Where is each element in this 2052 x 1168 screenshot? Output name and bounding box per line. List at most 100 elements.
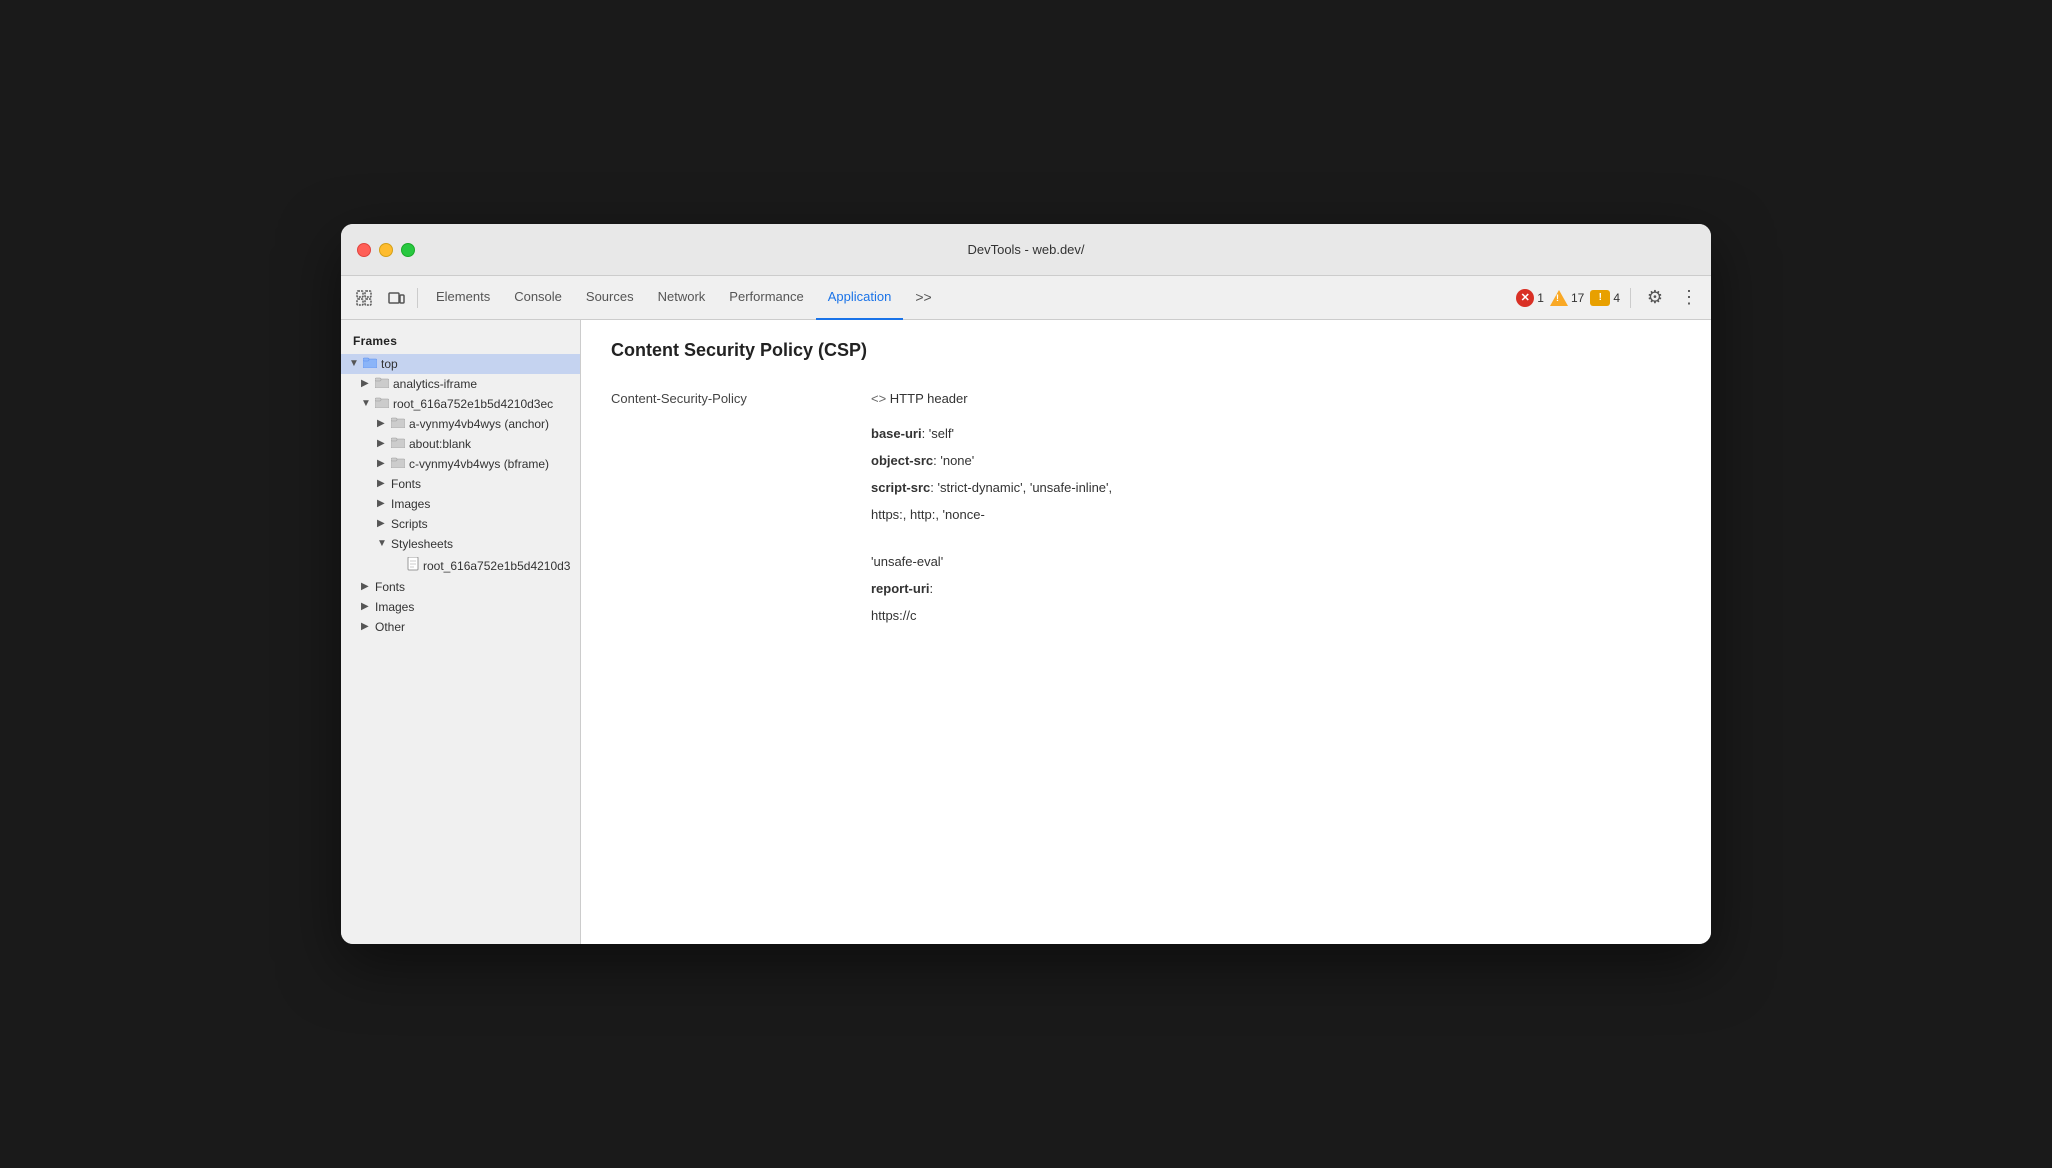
settings-gear-icon[interactable]: ⚙ [1641, 284, 1669, 312]
maximize-button[interactable] [401, 243, 415, 257]
more-options-icon[interactable]: ⋮ [1675, 284, 1703, 312]
csp-key-unsafe-eval [611, 554, 871, 569]
tree-item-scripts-sub[interactable]: Scripts [341, 514, 580, 534]
tree-item-top[interactable]: top [341, 354, 580, 374]
sidebar: Frames top analytics-iframe [341, 320, 581, 944]
csp-key-report-uri [611, 581, 871, 596]
main-content: Frames top analytics-iframe [341, 320, 1711, 944]
warning-triangle-icon: ! [1550, 290, 1568, 306]
arrow-images-sub [377, 498, 389, 510]
device-toggle-icon[interactable] [381, 283, 411, 313]
tree-item-images-top[interactable]: Images [341, 597, 580, 617]
csp-key-base-uri [611, 426, 871, 441]
more-tabs-button[interactable]: >> [903, 276, 943, 320]
csp-table: Content-Security-Policy <> HTTP header b… [611, 385, 1681, 629]
csp-key-object-src [611, 453, 871, 468]
tree-label-analytics-iframe: analytics-iframe [393, 377, 477, 391]
folder-icon-about-blank [391, 437, 405, 451]
tab-network[interactable]: Network [646, 276, 718, 320]
tab-elements[interactable]: Elements [424, 276, 502, 320]
tree-item-bframe[interactable]: c-vynmy4vb4wys (bframe) [341, 454, 580, 474]
tree-label-anchor: a-vynmy4vb4wys (anchor) [409, 417, 549, 431]
devtools-window: DevTools - web.dev/ Elements Console [341, 224, 1711, 944]
title-bar: DevTools - web.dev/ [341, 224, 1711, 276]
csp-value-report-uri-val: https://c [871, 608, 1681, 623]
csp-row-report-uri-val: https://c [611, 602, 1681, 629]
tree-label-images-top: Images [375, 600, 414, 614]
tree-item-anchor[interactable]: a-vynmy4vb4wys (anchor) [341, 414, 580, 434]
csp-row-unsafe-eval: 'unsafe-eval' [611, 548, 1681, 575]
tree-item-analytics-iframe[interactable]: analytics-iframe [341, 374, 580, 394]
csp-row-header: Content-Security-Policy <> HTTP header [611, 385, 1681, 412]
detail-panel: Content Security Policy (CSP) Content-Se… [581, 320, 1711, 944]
toolbar-divider [417, 288, 418, 308]
tree-item-about-blank[interactable]: about:blank [341, 434, 580, 454]
frames-section-title: Frames [341, 328, 580, 354]
arrow-analytics-iframe [361, 378, 373, 390]
info-badge[interactable]: ! 4 [1590, 290, 1620, 306]
tree-item-root616[interactable]: root_616a752e1b5d4210d3ec [341, 394, 580, 414]
window-title: DevTools - web.dev/ [967, 242, 1084, 257]
tab-performance[interactable]: Performance [717, 276, 815, 320]
folder-icon-top [363, 357, 377, 371]
close-button[interactable] [357, 243, 371, 257]
arrow-stylesheets-sub [377, 538, 389, 550]
csp-row-https: https:, http:, 'nonce- [611, 501, 1681, 528]
tree-label-fonts-sub: Fonts [391, 477, 421, 491]
arrow-images-top [361, 601, 373, 613]
csp-key-report-uri-val [611, 608, 871, 623]
toolbar-divider-2 [1630, 288, 1631, 308]
arrow-bframe [377, 458, 389, 470]
folder-icon-anchor [391, 417, 405, 431]
tree-label-stylesheets-sub: Stylesheets [391, 537, 453, 551]
info-icon: ! [1590, 290, 1610, 306]
csp-row-script-src: script-src: 'strict-dynamic', 'unsafe-in… [611, 474, 1681, 501]
folder-icon-bframe [391, 457, 405, 471]
tree-label-scripts-sub: Scripts [391, 517, 428, 531]
csp-value-unsafe-eval: 'unsafe-eval' [871, 554, 1681, 569]
tab-console[interactable]: Console [502, 276, 574, 320]
csp-key-script-src [611, 480, 871, 495]
tree-label-root616: root_616a752e1b5d4210d3ec [393, 397, 553, 411]
csp-value-empty [871, 534, 1681, 542]
tree-item-fonts-top[interactable]: Fonts [341, 577, 580, 597]
minimize-button[interactable] [379, 243, 393, 257]
tree-item-other-top[interactable]: Other [341, 617, 580, 637]
tree-label-images-sub: Images [391, 497, 430, 511]
arrow-anchor [377, 418, 389, 430]
arrow-top [349, 358, 361, 370]
csp-value-report-uri: report-uri: [871, 581, 1681, 596]
csp-key-header: Content-Security-Policy [611, 391, 871, 406]
tree-item-images-sub[interactable]: Images [341, 494, 580, 514]
arrow-other-top [361, 621, 373, 633]
csp-key-https [611, 507, 871, 522]
csp-row-object-src: object-src: 'none' [611, 447, 1681, 474]
tree-label-about-blank: about:blank [409, 437, 471, 451]
diamond-icon: <> [871, 391, 890, 406]
error-badge[interactable]: ✕ 1 [1516, 289, 1544, 307]
csp-value-script-src: script-src: 'strict-dynamic', 'unsafe-in… [871, 480, 1681, 495]
arrow-fonts-sub [377, 478, 389, 490]
arrow-scripts-sub [377, 518, 389, 530]
tree-item-fonts-sub[interactable]: Fonts [341, 474, 580, 494]
tree-label-other-top: Other [375, 620, 405, 634]
select-element-icon[interactable] [349, 283, 379, 313]
csp-title: Content Security Policy (CSP) [611, 340, 1681, 361]
csp-key-empty [611, 534, 871, 542]
arrow-fonts-top [361, 581, 373, 593]
csp-value-header: <> HTTP header [871, 391, 1681, 406]
csp-row-report-uri: report-uri: [611, 575, 1681, 602]
error-icon: ✕ [1516, 289, 1534, 307]
tree-item-stylesheet-file[interactable]: root_616a752e1b5d4210d3 [341, 554, 580, 577]
folder-icon-analytics [375, 377, 389, 391]
csp-value-https: https:, http:, 'nonce- [871, 507, 1681, 522]
csp-row-base-uri: base-uri: 'self' [611, 420, 1681, 447]
arrow-root616 [361, 398, 373, 410]
warning-badge[interactable]: ! 17 [1550, 290, 1584, 306]
file-icon-stylesheet [407, 557, 419, 574]
tab-navigation: Elements Console Sources Network Perform… [424, 276, 1514, 319]
tree-label-top: top [381, 357, 398, 371]
tab-application[interactable]: Application [816, 276, 904, 320]
tree-item-stylesheets-sub[interactable]: Stylesheets [341, 534, 580, 554]
tab-sources[interactable]: Sources [574, 276, 646, 320]
